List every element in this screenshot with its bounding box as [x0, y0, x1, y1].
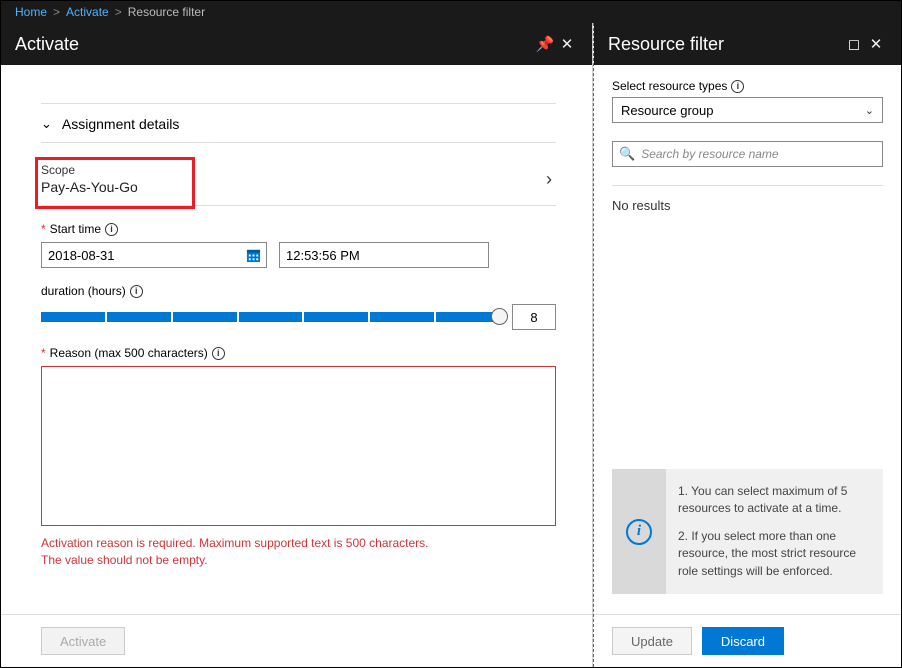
- breadcrumb-current: Resource filter: [128, 5, 205, 19]
- resource-type-select[interactable]: Resource group ⌄: [612, 97, 883, 123]
- activate-button[interactable]: Activate: [41, 627, 125, 655]
- duration-label: duration (hours) i: [41, 284, 556, 298]
- pin-icon[interactable]: 📌: [534, 35, 556, 53]
- error-message: Activation reason is required. Maximum s…: [41, 535, 556, 569]
- chevron-down-icon: ⌄: [41, 116, 52, 132]
- breadcrumb-activate[interactable]: Activate: [66, 5, 109, 19]
- update-button[interactable]: Update: [612, 627, 692, 655]
- resource-filter-panel: Resource filter ◻ ✕ Select resource type…: [593, 23, 901, 667]
- start-time-label: * Start time i: [41, 222, 556, 236]
- reason-label: * Reason (max 500 characters) i: [41, 346, 556, 360]
- select-resource-types-label: Select resource types i: [612, 79, 883, 93]
- duration-value[interactable]: 8: [512, 304, 556, 330]
- assignment-details-label: Assignment details: [62, 116, 180, 132]
- activate-title: Activate: [15, 34, 534, 55]
- activate-panel: Activate 📌 ✕ ⌄ Assignment details Scope …: [1, 23, 593, 667]
- resource-filter-title: Resource filter: [608, 34, 843, 55]
- breadcrumb-home[interactable]: Home: [15, 5, 47, 19]
- info-text-1: 1. You can select maximum of 5 resources…: [678, 483, 871, 518]
- scope-row[interactable]: Scope Pay-As-You-Go ›: [41, 153, 556, 206]
- time-input[interactable]: 12:53:56 PM: [279, 242, 489, 268]
- maximize-icon[interactable]: ◻: [843, 35, 865, 53]
- assignment-details-toggle[interactable]: ⌄ Assignment details: [41, 103, 556, 143]
- info-panel: i 1. You can select maximum of 5 resourc…: [612, 469, 883, 594]
- scope-label: Scope: [41, 163, 546, 177]
- info-icon[interactable]: i: [212, 347, 225, 360]
- resource-filter-header: Resource filter ◻ ✕: [594, 23, 901, 65]
- breadcrumb-sep-icon: >: [115, 5, 122, 19]
- breadcrumb-sep-icon: >: [53, 5, 60, 19]
- date-input[interactable]: 2018-08-31: [41, 242, 267, 268]
- calendar-icon[interactable]: [240, 243, 266, 267]
- info-text-2: 2. If you select more than one resource,…: [678, 528, 871, 580]
- close-icon[interactable]: ✕: [556, 35, 578, 53]
- chevron-down-icon: ⌄: [865, 104, 874, 117]
- info-icon[interactable]: i: [130, 285, 143, 298]
- duration-slider[interactable]: [41, 312, 500, 322]
- slider-thumb[interactable]: [491, 308, 508, 325]
- reason-textarea[interactable]: [41, 366, 556, 526]
- search-icon: 🔍: [619, 146, 635, 162]
- divider: [612, 185, 883, 186]
- info-icon[interactable]: i: [105, 223, 118, 236]
- scope-value: Pay-As-You-Go: [41, 179, 546, 195]
- info-icon[interactable]: i: [731, 80, 744, 93]
- activate-header: Activate 📌 ✕: [1, 23, 592, 65]
- chevron-right-icon: ›: [546, 169, 556, 190]
- breadcrumb: Home > Activate > Resource filter: [1, 1, 901, 23]
- search-input[interactable]: 🔍 Search by resource name: [612, 141, 883, 167]
- discard-button[interactable]: Discard: [702, 627, 784, 655]
- close-icon[interactable]: ✕: [865, 35, 887, 53]
- no-results-text: No results: [612, 198, 883, 213]
- info-icon: i: [626, 519, 652, 545]
